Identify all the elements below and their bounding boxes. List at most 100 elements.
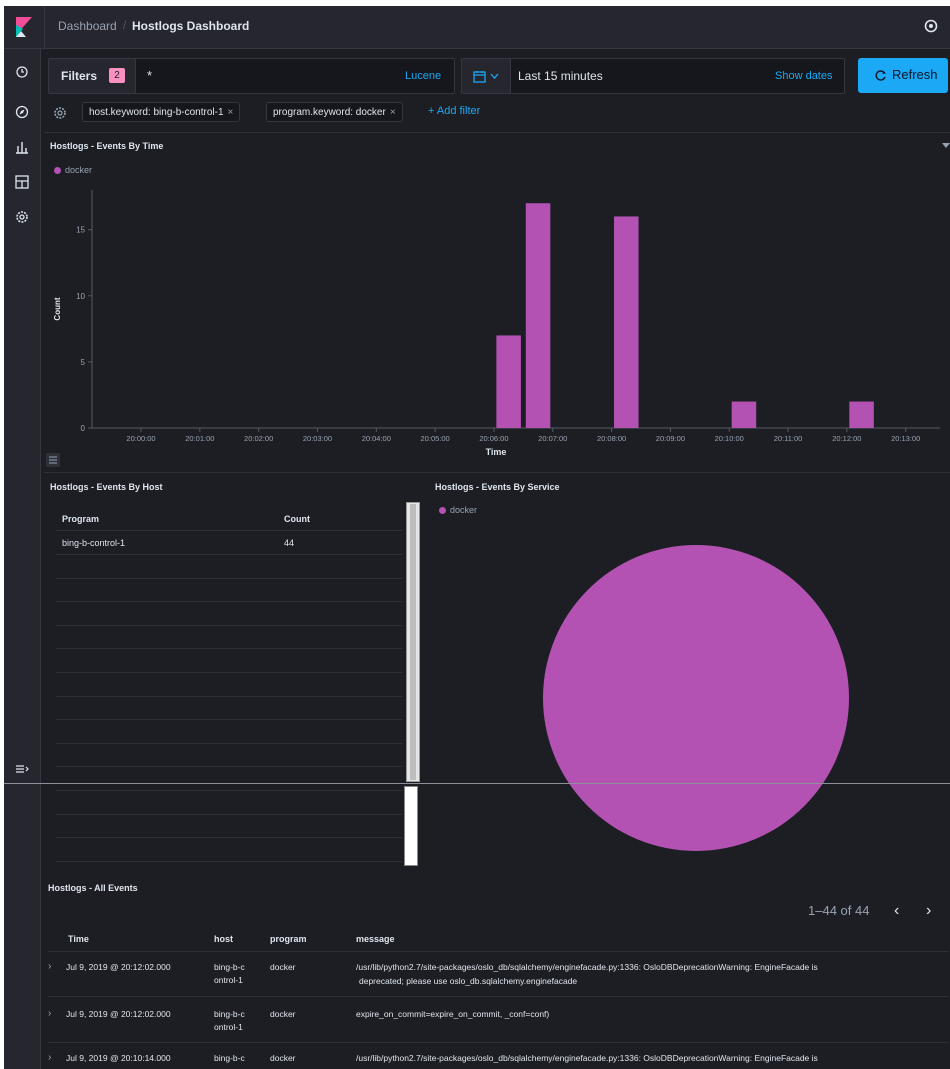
visualize-icon[interactable] xyxy=(14,139,30,155)
event-host: bing-b-c xyxy=(214,1009,245,1019)
event-program: docker xyxy=(270,1053,296,1063)
y-tick-label: 0 xyxy=(81,424,86,433)
next-page-button[interactable]: › xyxy=(926,902,931,920)
expand-row-icon[interactable]: › xyxy=(48,1008,51,1019)
x-tick-label: 20:10:00 xyxy=(715,434,744,443)
legend-toggle-icon[interactable] xyxy=(46,453,60,467)
filter-pill-program[interactable]: program.keyword: docker × xyxy=(266,102,403,122)
row-divider xyxy=(56,813,402,815)
events-by-service-pie xyxy=(543,545,849,851)
panel-title-events-by-service: Hostlogs - Events By Service xyxy=(435,482,560,492)
previous-page-button[interactable]: ‹ xyxy=(894,902,899,920)
expand-row-icon[interactable]: › xyxy=(48,961,51,972)
event-host: bing-b-c xyxy=(214,962,245,972)
expand-row-icon[interactable]: › xyxy=(48,1052,51,1063)
column-header-message[interactable]: message xyxy=(356,934,395,944)
legend-swatch xyxy=(439,507,446,514)
row-divider xyxy=(56,766,402,768)
divider xyxy=(44,132,950,133)
side-nav xyxy=(4,49,41,1069)
column-header-time[interactable]: Time xyxy=(68,934,89,944)
bar-docker[interactable] xyxy=(731,401,757,428)
events-by-time-chart: 0 5 10 15 20:00:00 20:01:00 20:02:00 20:03:00 20… xyxy=(53,190,940,457)
refresh-button[interactable]: Refresh xyxy=(858,58,948,93)
x-tick-label: 20:03:00 xyxy=(303,434,332,443)
filter-pill-label: host.keyword: bing-b-control-1 xyxy=(89,107,224,118)
event-host-cont: ontrol-1 xyxy=(214,975,243,985)
column-header-program[interactable]: Program xyxy=(62,514,99,524)
add-filter-button[interactable]: + Add filter xyxy=(428,105,480,117)
filter-pill-host[interactable]: host.keyword: bing-b-control-1 × xyxy=(82,102,241,122)
row-divider xyxy=(56,719,402,721)
row-divider xyxy=(56,648,402,650)
filter-options-gear-icon[interactable] xyxy=(52,105,68,121)
panel-menu-icon[interactable] xyxy=(942,143,950,149)
pie-slice-docker[interactable] xyxy=(543,545,849,851)
filters-count-badge: 2 xyxy=(109,68,125,83)
x-tick-label: 20:12:00 xyxy=(832,434,861,443)
remove-filter-icon[interactable]: × xyxy=(390,107,396,118)
remove-filter-icon[interactable]: × xyxy=(228,107,234,118)
event-time: Jul 9, 2019 @ 20:10:14.000 xyxy=(66,1053,171,1063)
row-divider xyxy=(56,601,402,603)
bar-docker[interactable] xyxy=(849,401,874,428)
row-divider xyxy=(56,554,402,555)
column-header-host[interactable]: host xyxy=(214,934,233,944)
panel-title-events-by-time: Hostlogs - Events By Time xyxy=(50,141,164,151)
legend-item-docker[interactable]: docker xyxy=(450,505,477,515)
event-message: /usr/lib/python2.7/site-packages/oslo_db… xyxy=(356,1053,818,1063)
kibana-logo-icon[interactable] xyxy=(14,17,34,37)
bar-docker[interactable] xyxy=(614,216,639,428)
bar-docker[interactable] xyxy=(525,203,551,428)
x-tick-label: 20:01:00 xyxy=(185,434,214,443)
row-divider xyxy=(56,742,402,744)
breadcrumb-dashboard[interactable]: Dashboard xyxy=(58,19,117,33)
query-language-button[interactable]: Lucene xyxy=(405,70,441,82)
filters-button[interactable]: Filters 2 xyxy=(49,59,136,93)
dock-icon[interactable] xyxy=(14,761,30,777)
legend-item-docker[interactable]: docker xyxy=(65,165,92,175)
column-header-count[interactable]: Count xyxy=(284,514,310,524)
panel-scrollbar-thumb[interactable] xyxy=(410,504,416,780)
row-divider xyxy=(56,695,402,697)
search-bar: Filters 2 * Lucene xyxy=(48,58,455,94)
legend-swatch xyxy=(54,167,61,174)
x-tick-label: 20:02:00 xyxy=(244,434,273,443)
event-time: Jul 9, 2019 @ 20:12:02.000 xyxy=(66,1009,171,1019)
x-tick-label: 20:00:00 xyxy=(126,434,155,443)
panel-scrollbar-lower[interactable] xyxy=(404,786,418,866)
event-message-cont: deprecated; please use oslo_db.sqlalchem… xyxy=(359,976,578,986)
settings-icon[interactable] xyxy=(14,209,30,225)
dashboard-icon[interactable] xyxy=(14,174,30,190)
x-tick-label: 20:08:00 xyxy=(597,434,626,443)
row-divider xyxy=(56,790,402,791)
x-tick-label: 20:11:00 xyxy=(774,434,803,443)
calendar-icon xyxy=(473,71,486,83)
row-divider xyxy=(48,951,948,952)
help-icon[interactable] xyxy=(924,19,938,33)
column-header-program[interactable]: program xyxy=(270,934,307,944)
quick-select-button[interactable] xyxy=(462,59,511,93)
host-cell-program[interactable]: bing-b-control-1 xyxy=(62,538,125,548)
clock-icon[interactable] xyxy=(14,64,30,80)
refresh-label: Refresh xyxy=(892,67,938,82)
query-bar: Filters 2 * Lucene Last 15 minutes Show … xyxy=(48,58,948,94)
bar-docker[interactable] xyxy=(496,335,521,428)
query-input[interactable]: * xyxy=(147,68,152,83)
time-range-value[interactable]: Last 15 minutes xyxy=(518,69,603,83)
refresh-icon xyxy=(875,70,886,81)
row-divider xyxy=(56,530,402,531)
page-title: Hostlogs Dashboard xyxy=(132,19,250,33)
event-message: /usr/lib/python2.7/site-packages/oslo_db… xyxy=(356,962,818,972)
y-axis-label: Count xyxy=(53,297,62,320)
panel-title-events-by-host: Hostlogs - Events By Host xyxy=(50,482,163,492)
show-dates-link[interactable]: Show dates xyxy=(775,70,832,82)
x-tick-label: 20:07:00 xyxy=(538,434,567,443)
compass-icon[interactable] xyxy=(14,104,30,120)
logo-divider xyxy=(44,6,45,48)
pagination-status: 1–44 of 44 xyxy=(808,903,870,918)
event-program: docker xyxy=(270,962,296,972)
event-host-cont: ontrol-1 xyxy=(214,1022,243,1032)
app-window: Dashboard / Hostlogs Dashboard Filters 2… xyxy=(4,6,950,1069)
date-picker: Last 15 minutes Show dates xyxy=(461,58,845,94)
